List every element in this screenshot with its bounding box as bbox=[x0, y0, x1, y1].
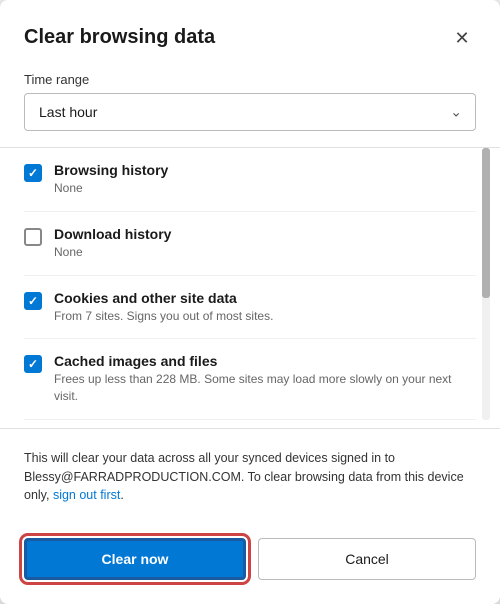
cookies-desc: From 7 sites. Signs you out of most site… bbox=[54, 308, 476, 325]
scrollbar-thumb bbox=[482, 148, 490, 298]
cookies-label: Cookies and other site data bbox=[54, 290, 476, 306]
cached-images-checkbox[interactable] bbox=[24, 355, 42, 373]
options-area: Browsing history None Download history N… bbox=[24, 148, 476, 420]
info-text: This will clear your data across all you… bbox=[24, 449, 476, 505]
browsing-history-checkbox-wrapper[interactable] bbox=[24, 164, 42, 182]
download-history-desc: None bbox=[54, 244, 476, 261]
cached-images-checkbox-wrapper[interactable] bbox=[24, 355, 42, 373]
cookies-item: Cookies and other site data From 7 sites… bbox=[24, 276, 476, 340]
cached-images-item: Cached images and files Frees up less th… bbox=[24, 339, 476, 420]
scrollbar-track bbox=[482, 148, 490, 420]
time-range-select[interactable]: Last hourLast 24 hoursLast 7 daysLast 4 … bbox=[24, 93, 476, 131]
download-history-checkbox[interactable] bbox=[24, 228, 42, 246]
dialog-header: Clear browsing data ✕ bbox=[24, 24, 476, 52]
clear-browsing-data-dialog: Clear browsing data ✕ Time range Last ho… bbox=[0, 0, 500, 604]
download-history-text: Download history None bbox=[54, 226, 476, 261]
download-history-checkbox-wrapper[interactable] bbox=[24, 228, 42, 246]
cached-images-desc: Frees up less than 228 MB. Some sites ma… bbox=[54, 371, 476, 405]
browsing-history-checkbox[interactable] bbox=[24, 164, 42, 182]
cookies-text: Cookies and other site data From 7 sites… bbox=[54, 290, 476, 325]
browsing-history-text: Browsing history None bbox=[54, 162, 476, 197]
clear-now-button[interactable]: Clear now bbox=[24, 538, 246, 580]
dialog-title: Clear browsing data bbox=[24, 24, 215, 50]
cached-images-label: Cached images and files bbox=[54, 353, 476, 369]
browsing-history-item: Browsing history None bbox=[24, 148, 476, 212]
time-range-label: Time range bbox=[24, 72, 476, 87]
cancel-button[interactable]: Cancel bbox=[258, 538, 476, 580]
button-row: Clear now Cancel bbox=[24, 538, 476, 580]
time-range-wrapper: Last hourLast 24 hoursLast 7 daysLast 4 … bbox=[24, 93, 476, 131]
cookies-checkbox-wrapper[interactable] bbox=[24, 292, 42, 310]
bottom-divider bbox=[0, 428, 500, 429]
download-history-item: Download history None bbox=[24, 212, 476, 276]
info-text-after: . bbox=[120, 488, 123, 502]
cookies-checkbox[interactable] bbox=[24, 292, 42, 310]
browsing-history-desc: None bbox=[54, 180, 476, 197]
sign-out-first-link[interactable]: sign out first bbox=[53, 488, 120, 502]
download-history-label: Download history bbox=[54, 226, 476, 242]
browsing-history-label: Browsing history bbox=[54, 162, 476, 178]
close-button[interactable]: ✕ bbox=[448, 24, 476, 52]
cached-images-text: Cached images and files Frees up less th… bbox=[54, 353, 476, 405]
